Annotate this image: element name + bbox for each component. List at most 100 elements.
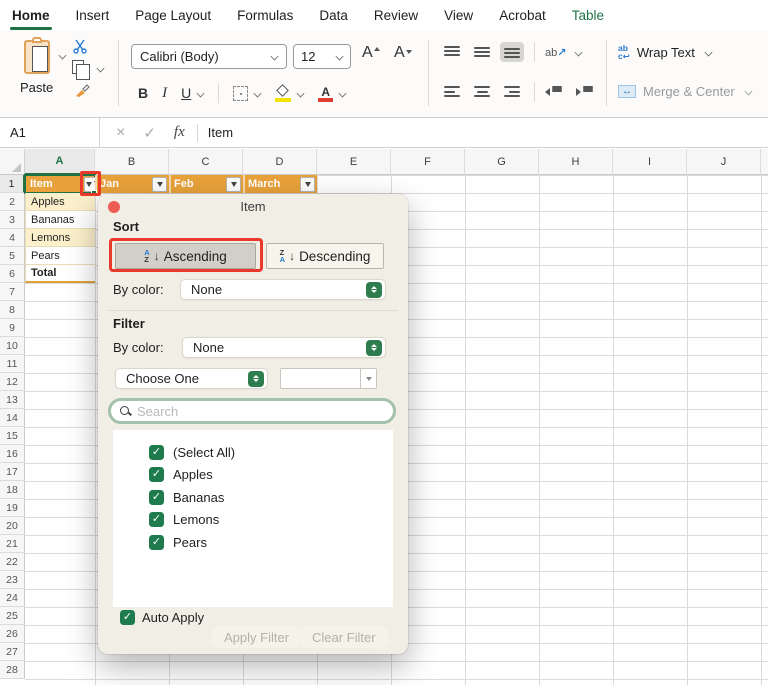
menu-item[interactable]: View bbox=[444, 8, 473, 23]
name-box[interactable]: A1 bbox=[0, 118, 100, 148]
row-header[interactable]: 8 bbox=[0, 301, 25, 319]
column-header[interactable]: I bbox=[613, 149, 687, 175]
paste-chevron-icon[interactable] bbox=[59, 52, 67, 60]
font-name-select[interactable]: Calibri (Body) bbox=[131, 44, 287, 69]
align-middle-icon[interactable] bbox=[470, 42, 494, 62]
row-header[interactable]: 5 bbox=[0, 247, 25, 265]
orientation-chevron-icon[interactable] bbox=[575, 48, 583, 56]
fill-color-icon[interactable] bbox=[275, 85, 291, 102]
row-header[interactable]: 19 bbox=[0, 499, 25, 517]
row-header[interactable]: 4 bbox=[0, 229, 25, 247]
formula-input[interactable]: Item bbox=[208, 125, 233, 140]
row-header[interactable]: 6 bbox=[0, 265, 25, 283]
enter-icon[interactable]: ✓ bbox=[143, 124, 156, 142]
menu-item[interactable]: Data bbox=[319, 8, 348, 23]
filter-by-color-select[interactable]: None bbox=[182, 337, 386, 358]
column-header[interactable]: F bbox=[391, 149, 465, 175]
column-header[interactable]: H bbox=[539, 149, 613, 175]
checkbox-checked-icon[interactable]: ✓ bbox=[149, 490, 164, 505]
row-header[interactable]: 28 bbox=[0, 661, 25, 679]
paste-icon[interactable] bbox=[24, 40, 50, 74]
sort-descending-button[interactable]: ZA ↓ Descending bbox=[266, 243, 384, 269]
list-item[interactable]: ✓ Lemons bbox=[149, 509, 393, 532]
sort-ascending-button[interactable]: AZ ↓ Ascending bbox=[115, 243, 256, 269]
checkbox-checked-icon[interactable]: ✓ bbox=[149, 535, 164, 550]
row-header[interactable]: 13 bbox=[0, 391, 25, 409]
choose-one-select[interactable]: Choose One bbox=[115, 368, 268, 389]
row-header[interactable]: 3 bbox=[0, 211, 25, 229]
checkbox-checked-icon[interactable]: ✓ bbox=[149, 467, 164, 482]
row-header[interactable]: 17 bbox=[0, 463, 25, 481]
underline-chevron-icon[interactable] bbox=[197, 89, 205, 97]
table-cell[interactable]: Lemons bbox=[25, 229, 95, 247]
row-header[interactable]: 9 bbox=[0, 319, 25, 337]
align-left-icon[interactable] bbox=[440, 82, 464, 102]
font-color-icon[interactable]: A bbox=[318, 85, 333, 102]
wrap-text-button[interactable]: abc↩ Wrap Text bbox=[618, 44, 712, 60]
row-header[interactable]: 2 bbox=[0, 193, 25, 211]
list-item[interactable]: ✓ Apples bbox=[149, 464, 393, 487]
row-header[interactable]: 26 bbox=[0, 625, 25, 643]
copy-chevron-icon[interactable] bbox=[97, 65, 105, 73]
merge-center-button[interactable]: ↔ Merge & Center bbox=[618, 84, 752, 99]
bold-button[interactable]: B bbox=[138, 85, 148, 101]
menu-item[interactable]: Acrobat bbox=[499, 8, 546, 23]
table-cell[interactable]: Apples bbox=[25, 193, 95, 211]
italic-button[interactable]: I bbox=[162, 85, 167, 102]
list-item[interactable]: ✓ (Select All) bbox=[149, 441, 393, 464]
table-month-header[interactable]: Jan bbox=[95, 175, 169, 193]
cancel-icon[interactable]: × bbox=[116, 124, 125, 142]
menu-item[interactable]: Insert bbox=[76, 8, 110, 23]
row-header[interactable]: 14 bbox=[0, 409, 25, 427]
month-filter-button[interactable] bbox=[300, 177, 315, 192]
table-cell[interactable]: Pears bbox=[25, 247, 95, 265]
row-header[interactable]: 12 bbox=[0, 373, 25, 391]
font-size-select[interactable]: 12 bbox=[293, 44, 351, 69]
table-cell[interactable]: Total bbox=[25, 265, 95, 283]
filter-criteria-combo[interactable] bbox=[280, 368, 377, 389]
row-header[interactable]: 22 bbox=[0, 553, 25, 571]
paste-button[interactable]: Paste bbox=[20, 80, 53, 95]
list-item[interactable]: ✓ Pears bbox=[149, 531, 393, 554]
decrease-indent-icon[interactable] bbox=[545, 86, 562, 98]
row-header[interactable]: 18 bbox=[0, 481, 25, 499]
row-header[interactable]: 24 bbox=[0, 589, 25, 607]
row-header[interactable]: 23 bbox=[0, 571, 25, 589]
clear-filter-button[interactable]: Clear Filter bbox=[300, 626, 388, 648]
search-input[interactable]: Search bbox=[108, 398, 396, 424]
cut-icon[interactable] bbox=[72, 38, 88, 54]
borders-icon[interactable] bbox=[233, 86, 248, 101]
underline-button[interactable]: U bbox=[181, 85, 191, 101]
checkbox-checked-icon[interactable]: ✓ bbox=[149, 445, 164, 460]
row-header[interactable]: 15 bbox=[0, 427, 25, 445]
menu-item[interactable]: Table bbox=[572, 8, 604, 23]
copy-icon[interactable] bbox=[72, 60, 84, 74]
menu-item[interactable]: Formulas bbox=[237, 8, 293, 23]
column-header[interactable]: G bbox=[465, 149, 539, 175]
row-header[interactable]: 16 bbox=[0, 445, 25, 463]
cell-a1-item-header[interactable]: Item ↑ bbox=[25, 175, 95, 193]
decrease-font-button[interactable]: A bbox=[394, 44, 405, 62]
row-header[interactable]: 11 bbox=[0, 355, 25, 373]
menu-item[interactable]: Page Layout bbox=[135, 8, 211, 23]
insert-function-icon[interactable]: fx bbox=[174, 124, 185, 141]
sort-by-color-select[interactable]: None bbox=[180, 279, 386, 300]
format-painter-icon[interactable] bbox=[74, 82, 90, 98]
column-header[interactable]: D bbox=[243, 149, 317, 175]
column-header[interactable]: E bbox=[317, 149, 391, 175]
auto-apply-checkbox[interactable]: ✓ Auto Apply bbox=[120, 610, 204, 625]
font-color-chevron-icon[interactable] bbox=[339, 89, 347, 97]
increase-font-button[interactable]: A bbox=[362, 44, 373, 62]
row-header[interactable]: 25 bbox=[0, 607, 25, 625]
checkbox-checked-icon[interactable]: ✓ bbox=[120, 610, 135, 625]
align-right-icon[interactable] bbox=[500, 82, 524, 102]
month-filter-button[interactable] bbox=[226, 177, 241, 192]
row-header[interactable]: 1 bbox=[0, 175, 25, 193]
list-item[interactable]: ✓ Bananas bbox=[149, 486, 393, 509]
orientation-icon[interactable]: ab↗ bbox=[545, 46, 566, 59]
align-center-icon[interactable] bbox=[470, 82, 494, 102]
checkbox-checked-icon[interactable]: ✓ bbox=[149, 512, 164, 527]
row-header[interactable]: 20 bbox=[0, 517, 25, 535]
row-header[interactable]: 10 bbox=[0, 337, 25, 355]
table-month-header[interactable]: Feb bbox=[169, 175, 243, 193]
